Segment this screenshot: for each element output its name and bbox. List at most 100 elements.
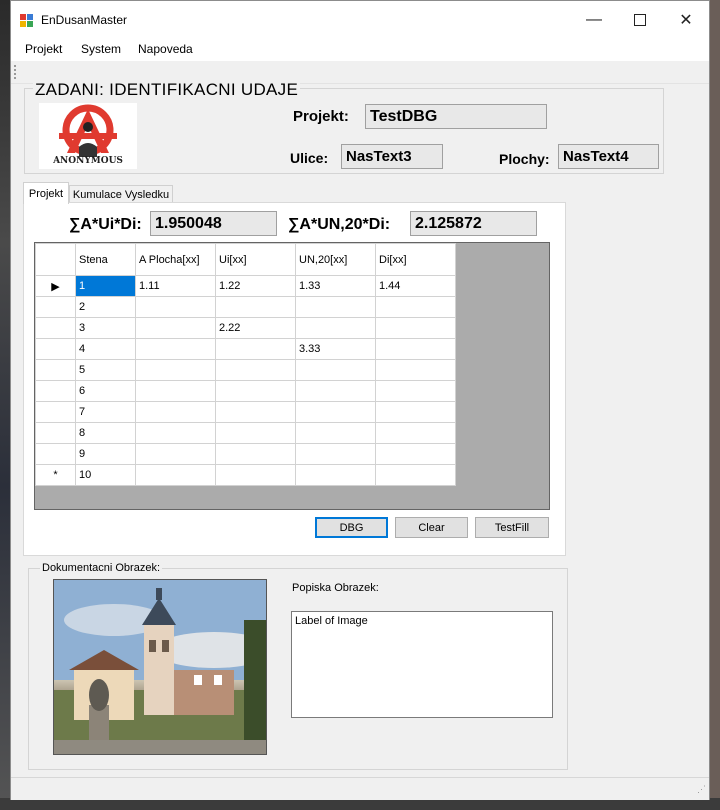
grid-cell[interactable]: 1.11 xyxy=(135,275,216,297)
data-grid[interactable]: Stena A Plocha[xx] Ui[xx] UN,20[xx] Di[x… xyxy=(34,242,550,510)
tab-kumulace-vysledku[interactable]: Kumulace Vysledku xyxy=(69,185,173,203)
grid-cell[interactable] xyxy=(215,338,296,360)
dbg-button[interactable]: DBG xyxy=(315,517,388,538)
grid-cell[interactable] xyxy=(135,338,216,360)
grid-cell[interactable]: 5 xyxy=(75,359,136,381)
aui-field[interactable]: 1.950048 xyxy=(150,211,277,236)
table-row[interactable]: * 10 xyxy=(35,464,456,486)
row-header-new[interactable]: * xyxy=(35,464,76,486)
grid-cell[interactable] xyxy=(135,296,216,318)
grid-cell[interactable]: 1.22 xyxy=(215,275,296,297)
grid-cell[interactable] xyxy=(375,317,456,339)
row-header[interactable] xyxy=(35,380,76,402)
grid-cell[interactable] xyxy=(135,401,216,423)
popiska-textbox[interactable]: Label of Image xyxy=(291,611,553,718)
grid-cell[interactable]: 1 xyxy=(75,275,136,297)
grid-cell[interactable] xyxy=(295,317,376,339)
column-header-un20[interactable]: UN,20[xx] xyxy=(295,243,376,276)
grid-cell[interactable] xyxy=(375,338,456,360)
grid-cell[interactable] xyxy=(215,443,296,465)
row-header[interactable] xyxy=(35,359,76,381)
grid-cell[interactable] xyxy=(295,422,376,444)
grid-cell[interactable] xyxy=(135,443,216,465)
row-header[interactable] xyxy=(35,338,76,360)
minimize-button[interactable]: — xyxy=(571,5,617,35)
table-row[interactable]: 2 xyxy=(35,296,456,318)
grid-cell[interactable] xyxy=(135,359,216,381)
row-header[interactable] xyxy=(35,401,76,423)
grid-cell[interactable] xyxy=(375,422,456,444)
column-header-a-plocha[interactable]: A Plocha[xx] xyxy=(135,243,216,276)
grid-cell[interactable]: 1.33 xyxy=(295,275,376,297)
title-bar[interactable]: EnDusanMaster — ✕ xyxy=(11,1,709,39)
grid-cell[interactable] xyxy=(135,464,216,486)
grid-cell[interactable] xyxy=(295,443,376,465)
grid-cell[interactable] xyxy=(375,464,456,486)
grid-cell[interactable]: 3.33 xyxy=(295,338,376,360)
table-row[interactable]: 7 xyxy=(35,401,456,423)
maximize-button[interactable] xyxy=(617,5,663,35)
grid-cell[interactable] xyxy=(295,296,376,318)
close-icon: ✕ xyxy=(679,12,693,29)
resize-grip-icon[interactable]: ⋰ xyxy=(697,784,706,795)
grip-icon[interactable] xyxy=(14,65,18,79)
aun-field[interactable]: 2.125872 xyxy=(410,211,537,236)
grid-cell[interactable]: 2 xyxy=(75,296,136,318)
row-header[interactable] xyxy=(35,296,76,318)
grid-cell[interactable]: 8 xyxy=(75,422,136,444)
grid-cell[interactable] xyxy=(375,443,456,465)
grid-cell[interactable] xyxy=(215,401,296,423)
grid-cell[interactable] xyxy=(375,296,456,318)
row-header[interactable] xyxy=(35,317,76,339)
grid-cell[interactable] xyxy=(215,296,296,318)
grid-cell[interactable] xyxy=(215,422,296,444)
ulice-field[interactable]: NasText3 xyxy=(341,144,443,169)
grid-cell[interactable] xyxy=(295,380,376,402)
clear-button[interactable]: Clear xyxy=(395,517,468,538)
table-row[interactable]: 8 xyxy=(35,422,456,444)
table-row[interactable]: 6 xyxy=(35,380,456,402)
grid-cell[interactable] xyxy=(375,380,456,402)
grid-cell[interactable]: 1.44 xyxy=(375,275,456,297)
column-header-stena[interactable]: Stena xyxy=(75,243,136,276)
grid-cell[interactable] xyxy=(295,359,376,381)
grid-cell[interactable]: 2.22 xyxy=(215,317,296,339)
row-header[interactable] xyxy=(35,422,76,444)
menu-napoveda[interactable]: Napoveda xyxy=(138,42,193,56)
menu-system[interactable]: System xyxy=(81,42,121,56)
aui-label: ∑A*Ui*Di: xyxy=(69,216,142,233)
grid-cell[interactable]: 6 xyxy=(75,380,136,402)
anonymous-logo: ANONYMOUS xyxy=(39,103,137,169)
table-row[interactable]: 9 xyxy=(35,443,456,465)
table-row[interactable]: ▶ 1 1.11 1.22 1.33 1.44 xyxy=(35,275,456,297)
column-header-ui[interactable]: Ui[xx] xyxy=(215,243,296,276)
grid-cell[interactable]: 9 xyxy=(75,443,136,465)
grid-cell[interactable] xyxy=(215,380,296,402)
grid-cell[interactable] xyxy=(295,401,376,423)
grid-cell[interactable] xyxy=(375,359,456,381)
grid-cell[interactable] xyxy=(215,464,296,486)
grid-cell[interactable]: 4 xyxy=(75,338,136,360)
menu-projekt[interactable]: Projekt xyxy=(25,42,62,56)
row-header[interactable] xyxy=(35,443,76,465)
column-header-di[interactable]: Di[xx] xyxy=(375,243,456,276)
close-button[interactable]: ✕ xyxy=(663,5,709,35)
plochy-field[interactable]: NasText4 xyxy=(558,144,659,169)
grid-cell[interactable]: 7 xyxy=(75,401,136,423)
testfill-button[interactable]: TestFill xyxy=(475,517,549,538)
tab-projekt[interactable]: Projekt xyxy=(23,182,69,204)
grid-cell[interactable] xyxy=(135,317,216,339)
grid-cell[interactable] xyxy=(295,464,376,486)
grid-cell[interactable] xyxy=(135,380,216,402)
grid-cell[interactable]: 3 xyxy=(75,317,136,339)
table-row[interactable]: 4 3.33 xyxy=(35,338,456,360)
grid-corner-cell[interactable] xyxy=(35,243,76,276)
projekt-field[interactable]: TestDBG xyxy=(365,104,547,129)
table-row[interactable]: 3 2.22 xyxy=(35,317,456,339)
grid-cell[interactable] xyxy=(375,401,456,423)
grid-cell[interactable] xyxy=(135,422,216,444)
grid-cell[interactable]: 10 xyxy=(75,464,136,486)
row-header-current[interactable]: ▶ xyxy=(35,275,76,297)
grid-cell[interactable] xyxy=(215,359,296,381)
table-row[interactable]: 5 xyxy=(35,359,456,381)
